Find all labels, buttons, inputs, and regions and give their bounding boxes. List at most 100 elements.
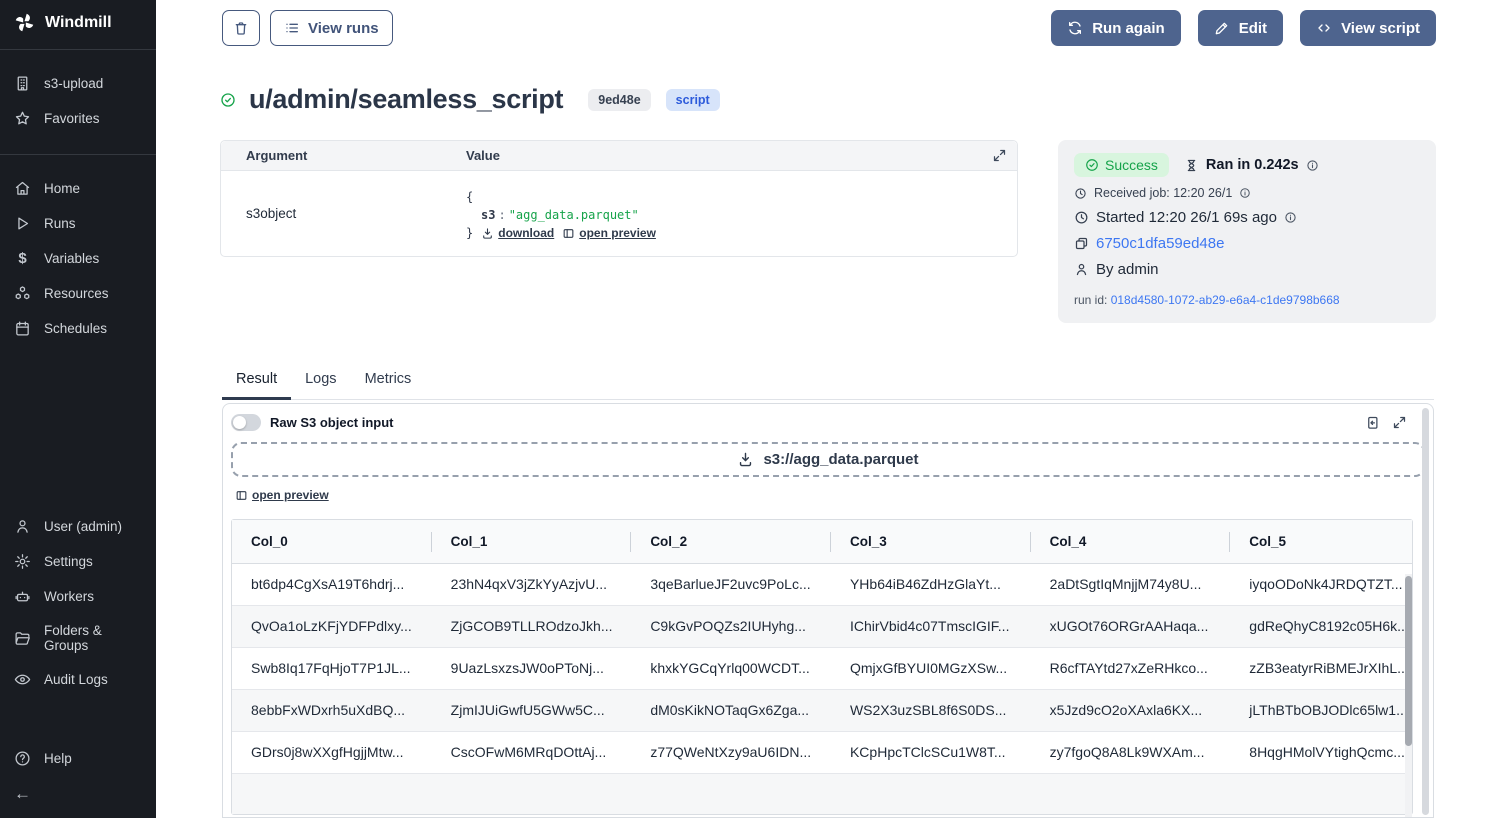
table-cell: QvOa1oLzKFjYDFPdlxy... [232, 618, 432, 634]
edit-label: Edit [1239, 20, 1267, 37]
column-header: Col_0 [232, 520, 432, 563]
sidebar-item-label: s3-upload [44, 76, 103, 91]
code-icon [1316, 20, 1332, 36]
status-label: Success [1105, 157, 1158, 173]
column-header: Col_4 [1031, 520, 1231, 563]
sidebar-item-favorites[interactable]: Favorites [0, 101, 156, 136]
column-header: Col_3 [831, 520, 1031, 563]
sidebar-item-label: Audit Logs [44, 672, 108, 687]
edit-button[interactable]: Edit [1198, 10, 1283, 46]
table-scrollbar-thumb[interactable] [1405, 576, 1412, 746]
download-label: download [498, 224, 554, 242]
sidebar-item-label: Settings [44, 554, 93, 569]
view-script-button[interactable]: View script [1300, 10, 1436, 46]
download-link[interactable]: download [481, 224, 554, 242]
panel-scrollbar[interactable] [1422, 408, 1429, 815]
sidebar-item-resources[interactable]: Resources [0, 276, 156, 311]
table-cell: iyqoODoNk4JRDQTZT... [1230, 576, 1412, 592]
table-cell: Swb8Iq17FqHjoT7P1JL... [232, 660, 432, 676]
tab-metrics[interactable]: Metrics [351, 362, 426, 400]
table-cell: 2aDtSgtIqMnjjM74y8U... [1031, 576, 1231, 592]
help-circle-icon [14, 750, 31, 767]
table-row: bt6dp4CgXsA19T6hdrj... 23hN4qxV3jZkYyAzj… [232, 564, 1412, 606]
sidebar-item-schedules[interactable]: Schedules [0, 311, 156, 346]
sidebar-item-home[interactable]: Home [0, 171, 156, 206]
eye-icon [14, 671, 31, 688]
sidebar-item-user[interactable]: User (admin) [0, 509, 156, 544]
open-preview-label: open preview [579, 224, 656, 242]
home-icon [14, 180, 31, 197]
table-cell: GDrs0j8wXXgfHgjjMtw... [232, 744, 432, 760]
run-again-button[interactable]: Run again [1051, 10, 1181, 46]
result-panel: Raw S3 object input s3://agg_data.parque… [222, 403, 1434, 818]
worker-link[interactable]: 6750c1dfa59ed48e [1096, 235, 1224, 252]
run-again-label: Run again [1092, 20, 1165, 37]
dollar-icon: $ [14, 250, 31, 267]
table-cell: ZjGCOB9TLLROdzoJkh... [432, 618, 632, 634]
view-runs-button[interactable]: View runs [270, 10, 393, 46]
view-script-label: View script [1341, 20, 1420, 37]
sidebar-item-audit-logs[interactable]: Audit Logs [0, 662, 156, 697]
sidebar-item-workers[interactable]: Workers [0, 579, 156, 614]
collapse-sidebar-button[interactable]: ← [0, 776, 156, 818]
run-id-link[interactable]: 018d4580-1072-ab29-e6a4-c1de9798b668 [1111, 293, 1340, 307]
table-cell: khxkYGCqYrlq00WCDT... [631, 660, 831, 676]
windmill-logo[interactable]: Windmill [0, 0, 156, 43]
sidebar-item-help[interactable]: Help [0, 741, 156, 776]
sidebar-item-label: Home [44, 181, 80, 196]
sidebar-item-label: Workers [44, 589, 94, 604]
sidebar-item-label: Schedules [44, 321, 107, 336]
folder-icon [14, 630, 31, 647]
table-cell: 23hN4qxV3jZkYyAzjvU... [432, 576, 632, 592]
download-icon [737, 451, 754, 468]
table-row-partial [232, 774, 1412, 814]
table-cell: 8ebbFxWDxrh5uXdBQ... [232, 702, 432, 718]
open-preview-link[interactable]: open preview [235, 488, 329, 502]
info-icon[interactable] [1239, 187, 1251, 199]
table-header-row: Col_0 Col_1 Col_2 Col_3 Col_4 Col_5 [232, 520, 1412, 564]
raw-s3-toggle[interactable] [231, 414, 261, 431]
trash-icon [233, 20, 249, 36]
result-data-table: Col_0 Col_1 Col_2 Col_3 Col_4 Col_5 bt6d… [231, 519, 1413, 815]
pinwheel-icon [14, 12, 35, 33]
s3-download-button[interactable]: s3://agg_data.parquet [231, 442, 1425, 477]
worker-icon [1074, 236, 1089, 251]
expand-icon[interactable] [992, 148, 1007, 163]
sidebar-item-settings[interactable]: Settings [0, 544, 156, 579]
copy-clipboard-icon[interactable] [1365, 415, 1380, 430]
preview-panel-icon [235, 489, 248, 502]
tab-result[interactable]: Result [222, 362, 291, 400]
sidebar-item-runs[interactable]: Runs [0, 206, 156, 241]
arguments-table-header: Argument Value [221, 141, 1017, 171]
table-row: Swb8Iq17FqHjoT7P1JL... 9UazLsxzsJW0oPToN… [232, 648, 1412, 690]
success-check-icon [220, 92, 236, 108]
open-preview-link[interactable]: open preview [562, 224, 656, 242]
refresh-icon [1067, 20, 1083, 36]
table-cell: dM0sKikNOTaqGx6Zga... [631, 702, 831, 718]
status-badge: Success [1074, 153, 1169, 177]
raw-s3-toggle-label: Raw S3 object input [270, 415, 394, 430]
tab-logs[interactable]: Logs [291, 362, 350, 400]
calendar-icon [14, 320, 31, 337]
delete-button[interactable] [222, 10, 260, 46]
table-cell: QmjxGfBYUI0MGzXSw... [831, 660, 1031, 676]
main-content: View runs Run again Edit View script u/a… [156, 0, 1493, 818]
info-icon[interactable] [1306, 159, 1319, 172]
boxes-icon [14, 285, 31, 302]
run-status-panel: Success Ran in 0.242s Received job: 12:2… [1058, 140, 1436, 323]
sidebar-item-folders-groups[interactable]: Folders & Groups [0, 614, 156, 662]
info-icon[interactable] [1284, 211, 1297, 224]
view-runs-label: View runs [308, 20, 379, 37]
json-brace-open: { [466, 188, 656, 206]
table-cell: WS2X3uzSBL8f6S0DS... [831, 702, 1031, 718]
sidebar-item-label: Runs [44, 216, 76, 231]
table-cell: zZB3eatyrRiBMEJrXIhL... [1230, 660, 1412, 676]
sidebar-item-variables[interactable]: $ Variables [0, 241, 156, 276]
script-type-badge: script [666, 89, 720, 111]
column-header: Col_5 [1230, 520, 1412, 563]
table-cell: YHb64iB46ZdHzGlaYt... [831, 576, 1031, 592]
expand-icon[interactable] [1392, 415, 1407, 430]
table-cell: ZjmIJUiGwfU5GWw5C... [432, 702, 632, 718]
argument-name: s3object [246, 188, 466, 242]
sidebar-item-s3-upload[interactable]: s3-upload [0, 66, 156, 101]
